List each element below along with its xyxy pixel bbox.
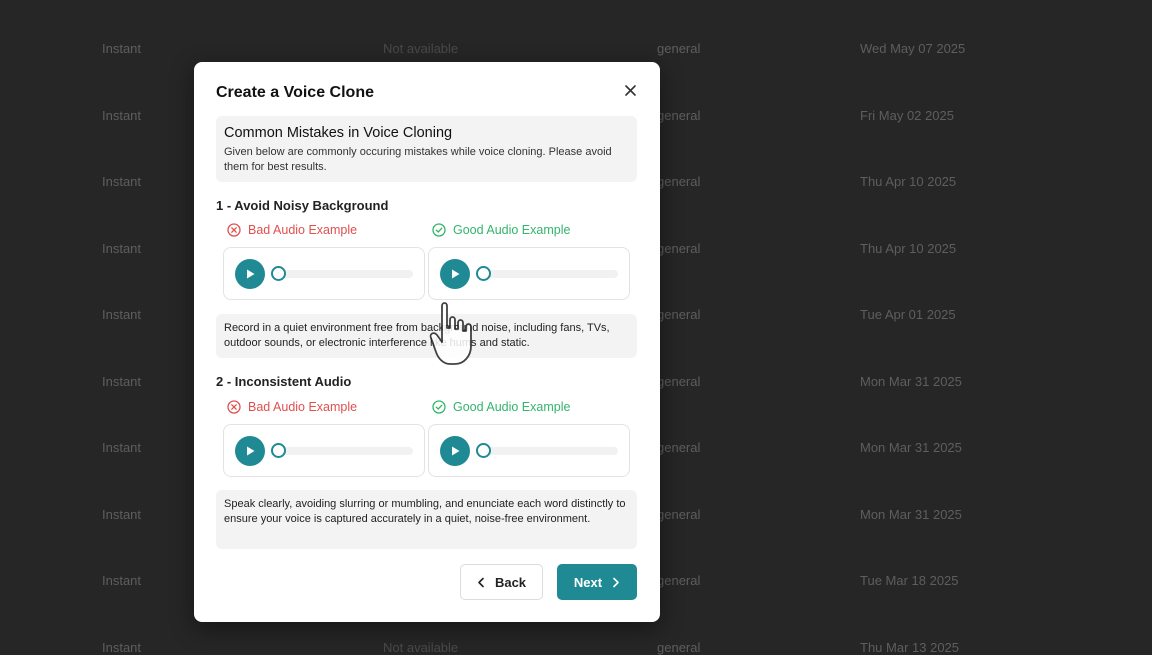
bad-audio-label: Bad Audio Example	[227, 223, 357, 237]
category-cell: general	[657, 507, 701, 522]
section-title-inconsistent-audio: 2 - Inconsistent Audio	[216, 374, 352, 389]
table-row: Instant Not available general Wed May 07…	[0, 41, 1152, 61]
date-cell: Tue Mar 18 2025	[860, 573, 959, 588]
table-row: Instant Not available general Thu Mar 13…	[0, 640, 1152, 655]
play-button[interactable]	[235, 259, 265, 289]
common-mistakes-box: Common Mistakes in Voice Cloning Given b…	[216, 116, 637, 182]
play-icon	[247, 269, 255, 279]
audio-progress-thumb[interactable]	[476, 266, 491, 281]
noisy-background-tip: Record in a quiet environment free from …	[216, 314, 637, 358]
close-button[interactable]	[622, 82, 638, 98]
voice-clone-modal: Create a Voice Clone Common Mistakes in …	[194, 62, 660, 622]
category-cell: general	[657, 41, 701, 56]
check-circle-icon	[432, 400, 446, 414]
chevron-right-icon	[613, 577, 619, 587]
play-button[interactable]	[235, 436, 265, 466]
status-cell: Not available	[383, 640, 459, 655]
audio-progress-track[interactable]	[477, 270, 618, 278]
date-cell: Fri May 02 2025	[860, 108, 954, 123]
category-cell: general	[657, 640, 701, 655]
audio-progress-thumb[interactable]	[271, 266, 286, 281]
type-cell: Instant	[102, 108, 142, 123]
status-cell: Not available	[383, 41, 459, 56]
close-icon	[624, 84, 636, 96]
date-cell: Mon Mar 31 2025	[860, 440, 962, 455]
good-audio-label: Good Audio Example	[432, 400, 570, 414]
play-icon	[452, 269, 460, 279]
date-cell: Wed May 07 2025	[860, 41, 966, 56]
good-audio-label-text: Good Audio Example	[453, 223, 571, 237]
good-audio-label: Good Audio Example	[432, 223, 570, 237]
type-cell: Instant	[102, 41, 142, 56]
type-cell: Instant	[102, 640, 142, 655]
type-cell: Instant	[102, 241, 142, 256]
date-cell: Thu Apr 10 2025	[860, 174, 957, 189]
date-cell: Thu Mar 13 2025	[860, 640, 960, 655]
modal-title: Create a Voice Clone	[216, 84, 374, 101]
next-button-label: Next	[573, 574, 603, 590]
audio-progress-track[interactable]	[477, 447, 618, 455]
category-cell: general	[657, 174, 701, 189]
good-audio-label-text: Good Audio Example	[453, 400, 571, 414]
type-cell: Instant	[102, 573, 142, 588]
type-cell: Instant	[102, 507, 142, 522]
audio-progress-thumb[interactable]	[476, 443, 491, 458]
bad-audio-label-text: Bad Audio Example	[248, 223, 358, 237]
play-button[interactable]	[440, 436, 470, 466]
good-audio-player	[428, 424, 630, 477]
common-mistakes-description: Given below are commonly occuring mistak…	[224, 146, 612, 173]
category-cell: general	[657, 440, 701, 455]
category-cell: general	[657, 573, 701, 588]
bad-audio-label: Bad Audio Example	[227, 400, 357, 414]
play-button[interactable]	[440, 259, 470, 289]
chevron-left-icon	[478, 577, 484, 587]
x-circle-icon	[227, 400, 241, 414]
play-icon	[452, 446, 460, 456]
category-cell: general	[657, 241, 701, 256]
category-cell: general	[657, 374, 701, 389]
audio-progress-track[interactable]	[272, 270, 413, 278]
common-mistakes-heading: Common Mistakes in Voice Cloning	[224, 125, 453, 141]
audio-progress-thumb[interactable]	[271, 443, 286, 458]
back-button-label: Back	[494, 574, 527, 590]
play-icon	[247, 446, 255, 456]
type-cell: Instant	[102, 307, 142, 322]
date-cell: Tue Apr 01 2025	[860, 307, 956, 322]
bad-audio-player	[223, 424, 425, 477]
type-cell: Instant	[102, 174, 142, 189]
back-button[interactable]: Back	[460, 564, 543, 600]
date-cell: Mon Mar 31 2025	[860, 374, 962, 389]
check-circle-icon	[432, 223, 446, 237]
audio-progress-track[interactable]	[272, 447, 413, 455]
good-audio-player	[428, 247, 630, 300]
category-cell: general	[657, 108, 701, 123]
next-button[interactable]: Next	[557, 564, 637, 600]
date-cell: Thu Apr 10 2025	[860, 241, 957, 256]
x-circle-icon	[227, 223, 241, 237]
type-cell: Instant	[102, 374, 142, 389]
inconsistent-audio-tip: Speak clearly, avoiding slurring or mumb…	[216, 490, 637, 549]
section-title-noisy-background: 1 - Avoid Noisy Background	[216, 198, 389, 213]
bad-audio-player	[223, 247, 425, 300]
type-cell: Instant	[102, 440, 142, 455]
bad-audio-label-text: Bad Audio Example	[248, 400, 358, 414]
date-cell: Mon Mar 31 2025	[860, 507, 962, 522]
category-cell: general	[657, 307, 701, 322]
